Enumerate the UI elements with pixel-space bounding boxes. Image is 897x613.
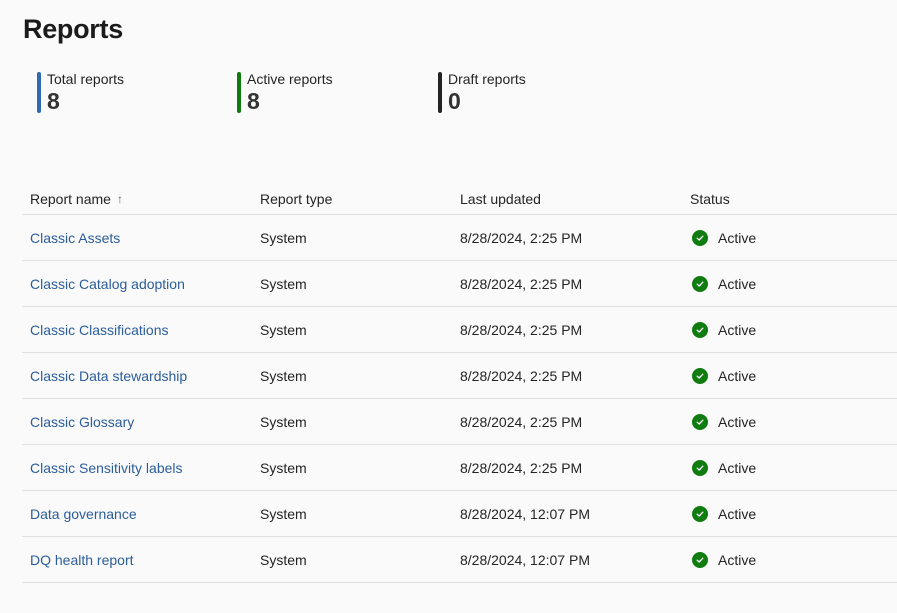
report-type: System (260, 551, 307, 568)
last-updated: 8/28/2024, 2:25 PM (460, 275, 583, 292)
report-type: System (260, 459, 307, 476)
stat-draft-reports: Draft reports 0 (438, 72, 526, 114)
status-badge: Active (690, 537, 756, 582)
table-row[interactable]: Classic Sensitivity labels System 8/28/2… (22, 445, 897, 491)
status-text: Active (718, 275, 757, 292)
table-header: Report name ↑ Report type Last updated S… (22, 183, 897, 215)
status-text: Active (718, 321, 757, 338)
column-header-last-updated[interactable]: Last updated (460, 183, 541, 214)
status-badge: Active (690, 261, 756, 306)
checkmark-circle-icon (692, 367, 708, 384)
report-name-link[interactable]: Classic Assets (30, 230, 120, 246)
table-row[interactable]: Classic Assets System 8/28/2024, 2:25 PM… (22, 215, 897, 261)
last-updated: 8/28/2024, 12:07 PM (460, 505, 590, 522)
stat-value: 8 (247, 88, 260, 114)
report-type: System (260, 229, 307, 246)
status-badge: Active (690, 445, 756, 490)
checkmark-circle-icon (692, 413, 708, 430)
stat-accent-bar (438, 72, 442, 113)
status-badge: Active (690, 399, 756, 444)
table-row[interactable]: Classic Classifications System 8/28/2024… (22, 307, 897, 353)
checkmark-circle-icon (692, 321, 708, 338)
stat-accent-bar (37, 72, 41, 113)
column-header-status[interactable]: Status (690, 183, 730, 214)
stat-accent-bar (237, 72, 241, 113)
checkmark-circle-icon (692, 275, 708, 292)
stat-value: 8 (47, 88, 60, 114)
status-text: Active (718, 367, 757, 384)
stat-active-reports: Active reports 8 (237, 72, 333, 114)
table-row[interactable]: Classic Glossary System 8/28/2024, 2:25 … (22, 399, 897, 445)
checkmark-circle-icon (692, 229, 708, 246)
stat-total-reports: Total reports 8 (37, 72, 124, 114)
status-badge: Active (690, 307, 756, 352)
report-type: System (260, 505, 307, 522)
status-text: Active (718, 459, 757, 476)
report-type: System (260, 275, 307, 292)
checkmark-circle-icon (692, 505, 708, 522)
report-name-link[interactable]: Classic Data stewardship (30, 368, 187, 384)
stat-label: Draft reports (448, 71, 526, 87)
report-name-link[interactable]: Data governance (30, 506, 137, 522)
report-name-link[interactable]: Classic Glossary (30, 414, 134, 430)
last-updated: 8/28/2024, 2:25 PM (460, 229, 583, 246)
status-text: Active (718, 551, 757, 568)
report-name-link[interactable]: Classic Sensitivity labels (30, 460, 183, 476)
status-text: Active (718, 229, 757, 246)
report-type: System (260, 413, 307, 430)
status-badge: Active (690, 215, 756, 260)
reports-table: Report name ↑ Report type Last updated S… (22, 183, 897, 583)
column-header-report-name[interactable]: Report name ↑ (30, 183, 123, 214)
last-updated: 8/28/2024, 2:25 PM (460, 367, 583, 384)
column-header-report-type[interactable]: Report type (260, 183, 332, 214)
checkmark-circle-icon (692, 551, 708, 568)
last-updated: 8/28/2024, 2:25 PM (460, 459, 583, 476)
stat-value: 0 (448, 88, 461, 114)
arrow-up-icon: ↑ (116, 191, 123, 206)
report-type: System (260, 367, 307, 384)
page-title: Reports (23, 14, 123, 44)
table-row[interactable]: DQ health report System 8/28/2024, 12:07… (22, 537, 897, 583)
table-row[interactable]: Classic Data stewardship System 8/28/202… (22, 353, 897, 399)
status-badge: Active (690, 491, 756, 536)
last-updated: 8/28/2024, 12:07 PM (460, 551, 590, 568)
stat-label: Active reports (247, 71, 333, 87)
checkmark-circle-icon (692, 459, 708, 476)
report-name-link[interactable]: DQ health report (30, 552, 134, 568)
last-updated: 8/28/2024, 2:25 PM (460, 321, 583, 338)
table-row[interactable]: Data governance System 8/28/2024, 12:07 … (22, 491, 897, 537)
report-name-link[interactable]: Classic Catalog adoption (30, 276, 185, 292)
last-updated: 8/28/2024, 2:25 PM (460, 413, 583, 430)
report-name-link[interactable]: Classic Classifications (30, 322, 168, 338)
status-badge: Active (690, 353, 756, 398)
status-text: Active (718, 413, 757, 430)
report-type: System (260, 321, 307, 338)
stat-label: Total reports (47, 71, 125, 87)
status-text: Active (718, 505, 757, 522)
table-row[interactable]: Classic Catalog adoption System 8/28/202… (22, 261, 897, 307)
